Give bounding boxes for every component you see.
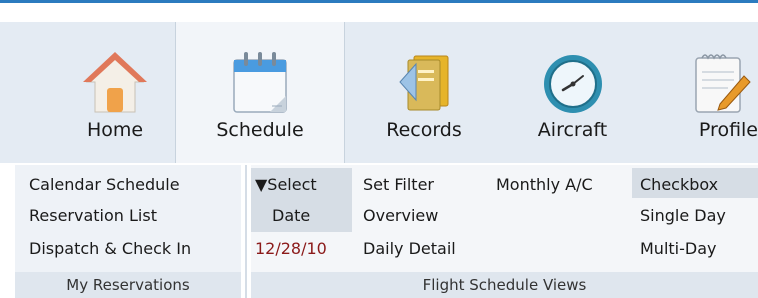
- window-top-border: [0, 0, 758, 3]
- records-icon: [399, 55, 449, 111]
- reservation-list-button[interactable]: Reservation List: [29, 206, 157, 226]
- aircraft-clock-icon: [543, 55, 602, 113]
- profile-icon: [695, 54, 751, 113]
- multi-day-button[interactable]: Multi-Day: [640, 239, 716, 259]
- select-date-label: ▼Select: [255, 175, 317, 194]
- tab-label: Aircraft: [537, 119, 608, 141]
- tab-home[interactable]: Home: [60, 22, 170, 163]
- daily-detail-button[interactable]: Daily Detail: [363, 239, 456, 259]
- home-icon: [83, 52, 147, 113]
- group-label-my-reservations: My Reservations: [15, 272, 241, 298]
- monthly-ac-button[interactable]: Monthly A/C: [496, 175, 593, 195]
- tab-aircraft[interactable]: Aircraft: [515, 22, 630, 163]
- tab-label: Home: [86, 119, 144, 141]
- tab-label: Records: [386, 119, 462, 141]
- dispatch-check-in-button[interactable]: Dispatch & Check In: [29, 239, 191, 259]
- single-day-button[interactable]: Single Day: [640, 206, 726, 226]
- current-date-value: 12/28/10: [255, 239, 327, 258]
- set-filter-button[interactable]: Set Filter: [363, 175, 434, 195]
- ribbon-tab-bar: Home Schedule Records Aircraft Profile: [0, 22, 758, 163]
- calendar-schedule-button[interactable]: Calendar Schedule: [29, 175, 180, 195]
- tab-label: Schedule: [216, 119, 304, 141]
- group-separator: [245, 165, 247, 298]
- group-label-flight-schedule-views: Flight Schedule Views: [251, 272, 758, 298]
- tab-records[interactable]: Records: [365, 22, 483, 163]
- tab-schedule[interactable]: Schedule: [175, 22, 345, 163]
- checkbox-view-button[interactable]: Checkbox: [640, 175, 718, 195]
- tab-profile[interactable]: Profile: [660, 22, 758, 163]
- overview-button[interactable]: Overview: [363, 206, 438, 226]
- tab-label: Profile: [698, 119, 758, 141]
- calendar-icon: [233, 52, 287, 113]
- select-date-label-2: Date: [272, 206, 311, 225]
